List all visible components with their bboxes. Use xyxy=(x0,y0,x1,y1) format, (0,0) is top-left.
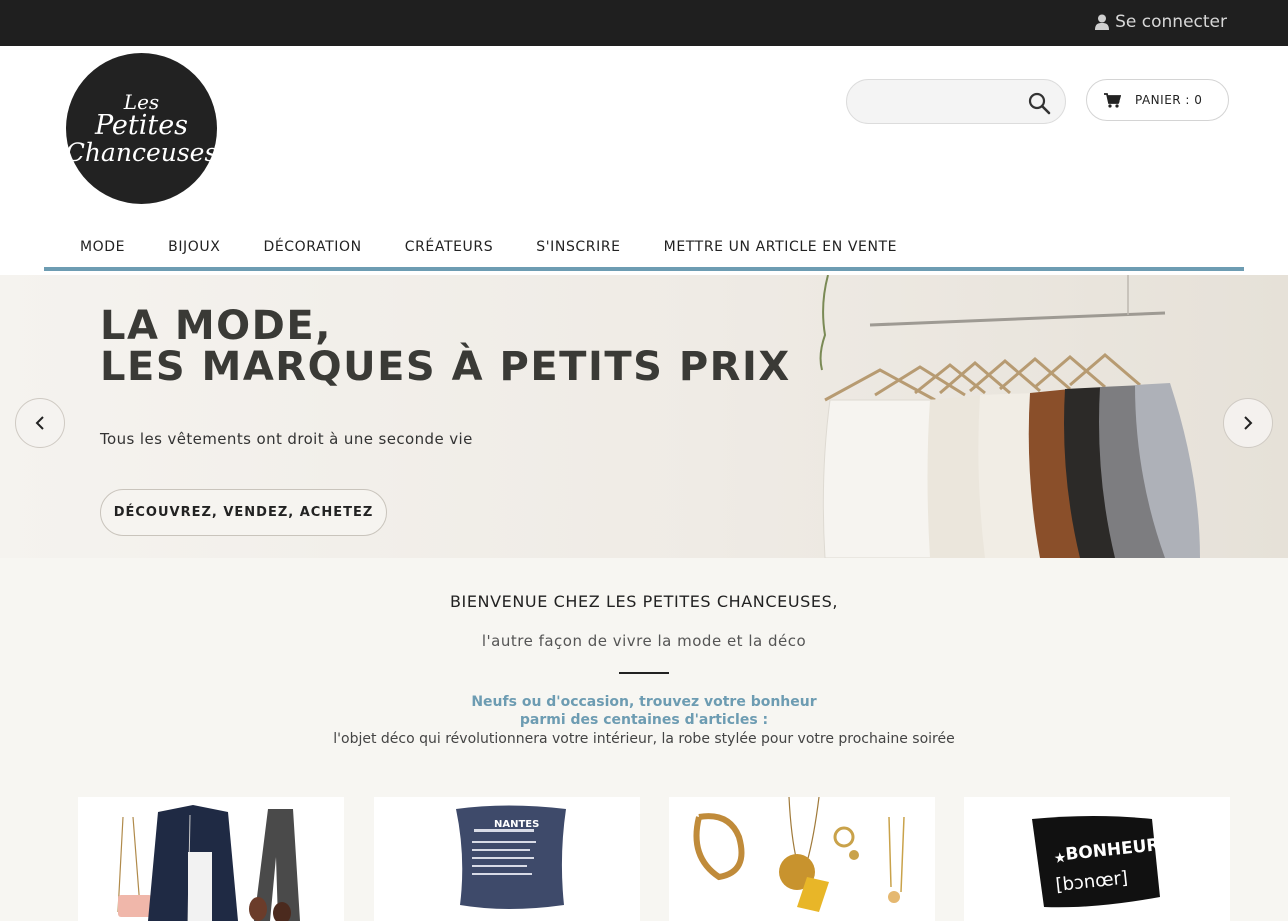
welcome-subtitle: l'autre façon de vivre la mode et la déc… xyxy=(481,632,807,650)
main-nav: MODE BIJOUX DÉCORATION CRÉATEURS S'INSCR… xyxy=(44,232,1244,271)
cart-label: PANIER : 0 xyxy=(1135,93,1203,107)
logo-line-3: Chanceuses xyxy=(65,137,218,167)
nav-item-decoration[interactable]: DÉCORATION xyxy=(263,239,361,261)
svg-text:★: ★ xyxy=(1053,850,1067,867)
category-tile-createurs[interactable]: BONHEUR ★ [bɔnœr] xyxy=(964,797,1230,921)
slider-prev-button[interactable] xyxy=(15,398,65,448)
cart-button[interactable]: PANIER : 0 xyxy=(1086,79,1229,121)
jewelry-image xyxy=(693,797,905,912)
search-box xyxy=(846,79,1066,124)
cart-icon xyxy=(1104,92,1121,108)
hero-cta-button[interactable]: DÉCOUVREZ, VENDEZ, ACHETEZ xyxy=(100,489,387,536)
hero-slider: LA MODE, LES MARQUES À PETITS PRIX Tous … xyxy=(0,275,1288,558)
search-input[interactable] xyxy=(863,89,1028,115)
login-label: Se connecter xyxy=(1115,12,1227,32)
pillow-text: NANTES xyxy=(494,819,539,830)
category-tile-mode[interactable] xyxy=(78,797,344,921)
user-icon xyxy=(1095,14,1110,30)
highlight-line-1: Neufs ou d'occasion, trouvez votre bonhe… xyxy=(471,694,817,710)
nav-item-sinscrire[interactable]: S'INSCRIRE xyxy=(536,239,620,261)
category-tile-decoration[interactable]: NANTES xyxy=(374,797,640,921)
hero-title-line-1: LA MODE, xyxy=(100,303,332,349)
login-link[interactable]: Se connecter xyxy=(1095,12,1227,32)
hero-subtitle: Tous les vêtements ont droit à une secon… xyxy=(100,430,473,448)
pillow-image: NANTES xyxy=(456,805,566,909)
chevron-right-icon xyxy=(1244,416,1253,430)
welcome-title: BIENVENUE CHEZ LES PETITES CHANCEUSES, xyxy=(449,592,839,611)
chevron-left-icon xyxy=(35,416,44,430)
fashion-image xyxy=(117,805,300,921)
highlight-line-2: parmi des centaines d'articles : xyxy=(519,712,769,728)
hero-title: LA MODE, LES MARQUES À PETITS PRIX xyxy=(100,306,791,388)
site-header: Les Petites Chanceuses PANIER : 0 MODE B… xyxy=(0,46,1288,275)
section-divider xyxy=(619,672,669,674)
site-logo[interactable]: Les Petites Chanceuses xyxy=(66,53,217,204)
hero-title-line-2: LES MARQUES À PETITS PRIX xyxy=(100,344,791,390)
nav-item-bijoux[interactable]: BIJOUX xyxy=(168,239,220,261)
logo-line-2: Petites xyxy=(94,110,189,142)
top-bar: Se connecter xyxy=(0,0,1288,46)
nav-item-mode[interactable]: MODE xyxy=(80,239,125,261)
clothing-rack-image xyxy=(819,275,1200,558)
welcome-description: l'objet déco qui révolutionnera votre in… xyxy=(333,731,955,747)
slider-next-button[interactable] xyxy=(1223,398,1273,448)
category-tile-bijoux[interactable] xyxy=(669,797,935,921)
logo-line-1: Les xyxy=(123,89,160,114)
nav-item-sell[interactable]: METTRE UN ARTICLE EN VENTE xyxy=(664,239,897,261)
search-icon[interactable] xyxy=(1027,91,1051,115)
nav-item-createurs[interactable]: CRÉATEURS xyxy=(405,239,494,261)
pouch-image: BONHEUR ★ [bɔnœr] xyxy=(1032,816,1161,908)
